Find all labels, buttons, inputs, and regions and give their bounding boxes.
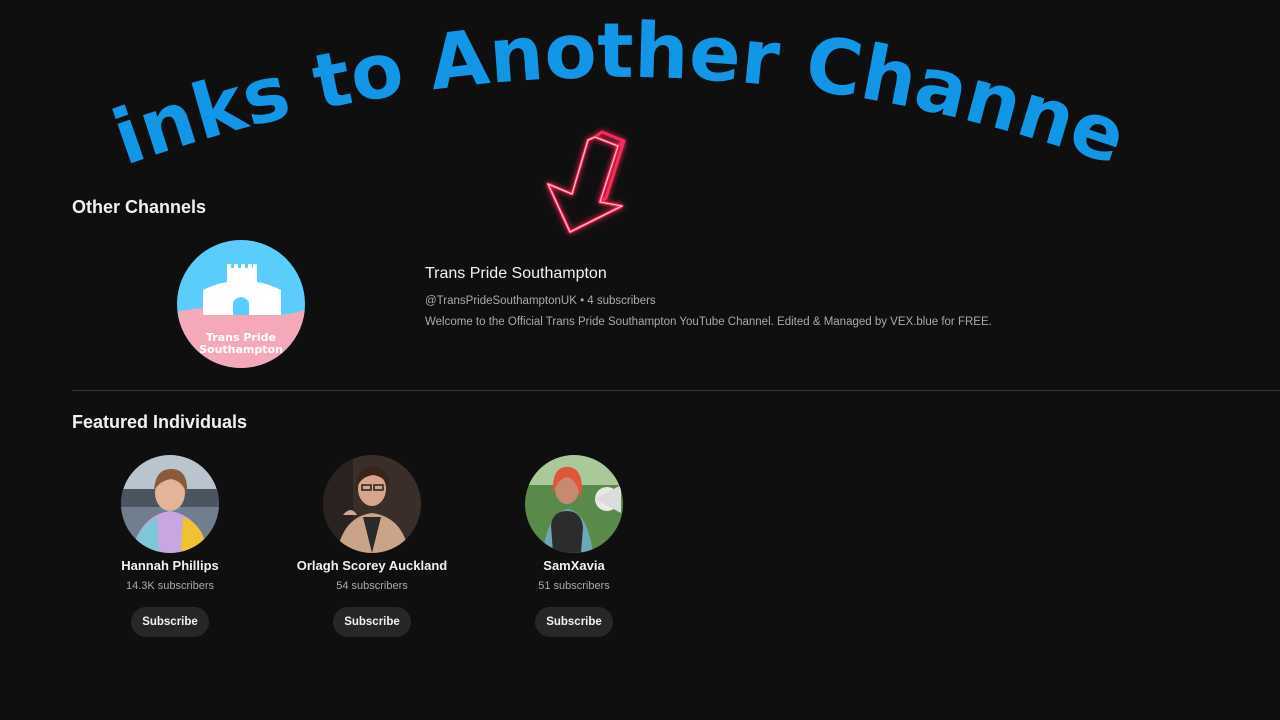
channel-meta: @TransPrideSouthamptonUK • 4 subscribers bbox=[425, 295, 656, 307]
channel-name[interactable]: Trans Pride Southampton bbox=[425, 265, 607, 283]
person-name[interactable]: Orlagh Scorey Auckland bbox=[272, 558, 472, 573]
person-name[interactable]: Hannah Phillips bbox=[70, 558, 270, 573]
neon-arrow-icon bbox=[546, 130, 626, 234]
person-name[interactable]: SamXavia bbox=[474, 558, 674, 573]
person-avatar[interactable] bbox=[323, 455, 421, 553]
featured-individuals-title: Featured Individuals bbox=[72, 412, 248, 432]
person-avatar[interactable] bbox=[525, 455, 623, 553]
subscribe-button[interactable]: Subscribe bbox=[535, 607, 613, 637]
featured-person-card: Orlagh Scorey Auckland 54 subscribers Su… bbox=[272, 455, 472, 637]
person-subscribers: 14.3K subscribers bbox=[125, 580, 215, 592]
channel-description: Welcome to the Official Trans Pride Sout… bbox=[425, 316, 992, 328]
overlay-headline-text: Links to Another Channel bbox=[0, 0, 1137, 182]
other-channels-title: Other Channels bbox=[72, 197, 207, 217]
overlay-headline: Links to Another Channel bbox=[0, 0, 1137, 182]
person-subscribers: 54 subscribers bbox=[336, 580, 408, 592]
channel-card[interactable]: Trans Pride Southampton Trans Pride Sout… bbox=[177, 240, 1077, 370]
featured-person-card: SamXavia 51 subscribers Subscribe bbox=[474, 455, 674, 637]
section-divider bbox=[72, 390, 1280, 391]
person-subscribers: 51 subscribers bbox=[538, 580, 610, 592]
subscribe-button[interactable]: Subscribe bbox=[131, 607, 209, 637]
person-avatar[interactable] bbox=[121, 455, 219, 553]
subscribe-button[interactable]: Subscribe bbox=[333, 607, 411, 637]
featured-person-card: Hannah Phillips 14.3K subscribers Subscr… bbox=[70, 455, 270, 637]
channel-avatar[interactable]: Trans Pride Southampton bbox=[177, 240, 305, 368]
avatar-text-line2: Southampton bbox=[199, 343, 283, 356]
